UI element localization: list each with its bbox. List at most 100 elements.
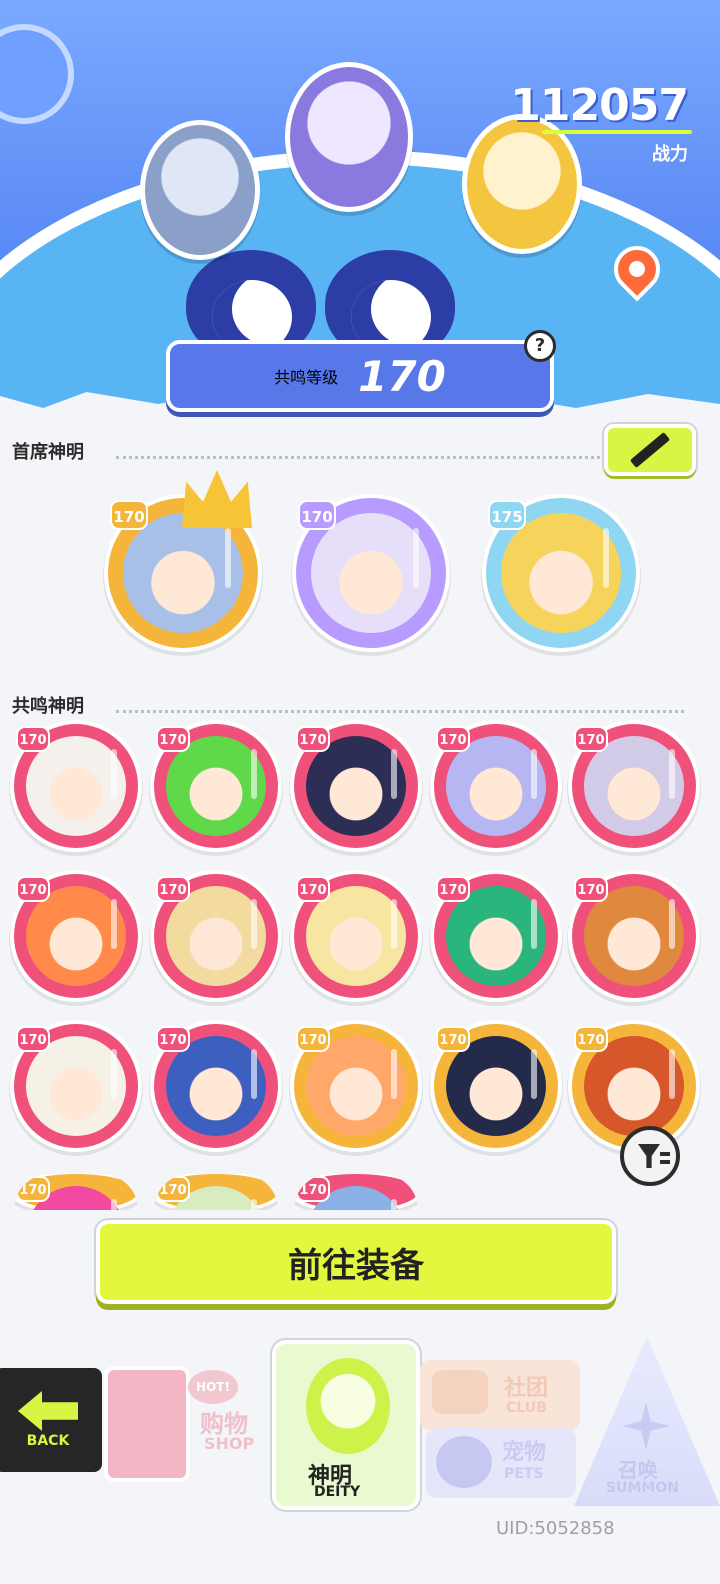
resonance-level-banner: 共鸣等级 170 [166, 340, 554, 412]
back-button[interactable]: BACK [0, 1368, 102, 1472]
leader-chibi-3[interactable] [462, 114, 582, 254]
help-icon[interactable]: ? [524, 330, 556, 362]
deity-tab-figure-icon [306, 1358, 390, 1454]
portrait-shine [391, 749, 397, 799]
portrait-shine [669, 749, 675, 799]
resonance-section-divider [116, 710, 684, 713]
portrait-shine [111, 1049, 117, 1099]
portrait-shine [251, 1049, 257, 1099]
portrait-shine [413, 528, 419, 588]
level-badge: 170 [16, 1026, 50, 1052]
portrait-shine [391, 1049, 397, 1099]
level-badge: 170 [156, 726, 190, 752]
leader-portrait-2[interactable]: 170 [296, 498, 446, 648]
level-badge: 170 [574, 1026, 608, 1052]
leader-chibi-2[interactable] [285, 62, 413, 212]
level-badge: 170 [436, 726, 470, 752]
deity-label-en: DEITY [314, 1484, 361, 1500]
edit-leaders-button[interactable] [604, 424, 696, 476]
vending-machine-icon [104, 1366, 190, 1482]
portrait-shine [111, 749, 117, 799]
leader-portrait-3[interactable]: 175 [486, 498, 636, 648]
leaders-section-divider [116, 456, 600, 459]
portrait-shine [531, 1049, 537, 1099]
filter-icon [638, 1144, 660, 1168]
level-badge: 175 [488, 500, 526, 530]
resonance-deity-1[interactable]: 170 [14, 724, 138, 848]
summon-label-zh: 召唤 [618, 1458, 658, 1482]
portrait-shine [603, 528, 609, 588]
portrait-shine [391, 899, 397, 949]
crown-icon [182, 470, 252, 528]
pets-tab[interactable]: 宠物 PETS [426, 1428, 576, 1498]
portrait-shine [251, 899, 257, 949]
resonance-deity-8[interactable]: 170 [294, 874, 418, 998]
uid-label: UID:5052858 [496, 1518, 615, 1539]
resonance-level-label: 共鸣等级 [274, 368, 339, 387]
planet-icon [0, 24, 74, 124]
resonance-deity-12[interactable]: 170 [154, 1024, 278, 1148]
deity-tab[interactable]: 神明 DEITY [272, 1340, 420, 1510]
summon-tab[interactable]: 召唤 SUMMON [574, 1336, 720, 1506]
resonance-level-value: 170 [358, 351, 446, 401]
level-badge: 170 [156, 876, 190, 902]
go-equip-button[interactable]: 前往装备 [96, 1220, 616, 1304]
club-tab[interactable]: 社团 CLUB [420, 1360, 580, 1430]
portrait-shine [531, 749, 537, 799]
resonance-deity-11[interactable]: 170 [14, 1024, 138, 1148]
level-badge: 170 [436, 1026, 470, 1052]
summon-label-en: SUMMON [606, 1480, 679, 1496]
level-badge: 170 [296, 876, 330, 902]
resonance-deity-17[interactable]: 170 [154, 1174, 278, 1210]
club-briefcase-icon [432, 1370, 488, 1414]
resonance-deity-2[interactable]: 170 [154, 724, 278, 848]
resonance-section-title: 共鸣神明 [12, 696, 84, 717]
club-label-zh: 社团 [504, 1376, 549, 1401]
portrait-shine [251, 749, 257, 799]
shop-label-en: SHOP [204, 1434, 255, 1453]
portrait-shine [531, 899, 537, 949]
shop-tab[interactable]: HOT! 购物 SHOP [104, 1346, 264, 1496]
resonance-deity-10[interactable]: 170 [572, 874, 696, 998]
leaders-section-title: 首席神明 [12, 442, 84, 463]
portrait-shine [225, 528, 231, 588]
filter-button[interactable] [620, 1126, 680, 1186]
resonance-deity-6[interactable]: 170 [14, 874, 138, 998]
back-arrow-icon [18, 1391, 78, 1431]
portrait-shine [669, 1049, 675, 1099]
pets-label-en: PETS [504, 1466, 544, 1482]
portrait-shine [669, 899, 675, 949]
hot-badge: HOT! [188, 1370, 238, 1404]
level-badge: 170 [156, 1176, 190, 1202]
combat-power-label: 战力 [652, 144, 688, 165]
level-badge: 170 [296, 1026, 330, 1052]
club-label-en: CLUB [506, 1400, 547, 1416]
combat-power-value: 112057 [510, 80, 689, 131]
resonance-deity-18[interactable]: 170 [294, 1174, 418, 1210]
level-badge: 170 [296, 1176, 330, 1202]
level-badge: 170 [16, 1176, 50, 1202]
level-badge: 170 [296, 726, 330, 752]
resonance-deity-13[interactable]: 170 [294, 1024, 418, 1148]
resonance-deity-9[interactable]: 170 [434, 874, 558, 998]
back-label: BACK [26, 1433, 70, 1449]
portrait-shine [111, 1199, 117, 1210]
resonance-deity-4[interactable]: 170 [434, 724, 558, 848]
level-badge: 170 [298, 500, 336, 530]
resonance-deity-5[interactable]: 170 [572, 724, 696, 848]
portrait-shine [251, 1199, 257, 1210]
resonance-deity-14[interactable]: 170 [434, 1024, 558, 1148]
pets-label-zh: 宠物 [502, 1440, 547, 1465]
resonance-deity-16[interactable]: 170 [14, 1174, 138, 1210]
filter-dots [660, 1152, 670, 1156]
level-badge: 170 [16, 726, 50, 752]
resonance-deity-7[interactable]: 170 [154, 874, 278, 998]
level-badge: 170 [436, 876, 470, 902]
pet-icon [436, 1436, 492, 1488]
leader-chibi-1[interactable] [140, 120, 260, 260]
resonance-deity-3[interactable]: 170 [294, 724, 418, 848]
level-badge: 170 [574, 876, 608, 902]
level-badge: 170 [16, 876, 50, 902]
portrait-shine [391, 1199, 397, 1210]
combat-power-underline [542, 130, 692, 134]
